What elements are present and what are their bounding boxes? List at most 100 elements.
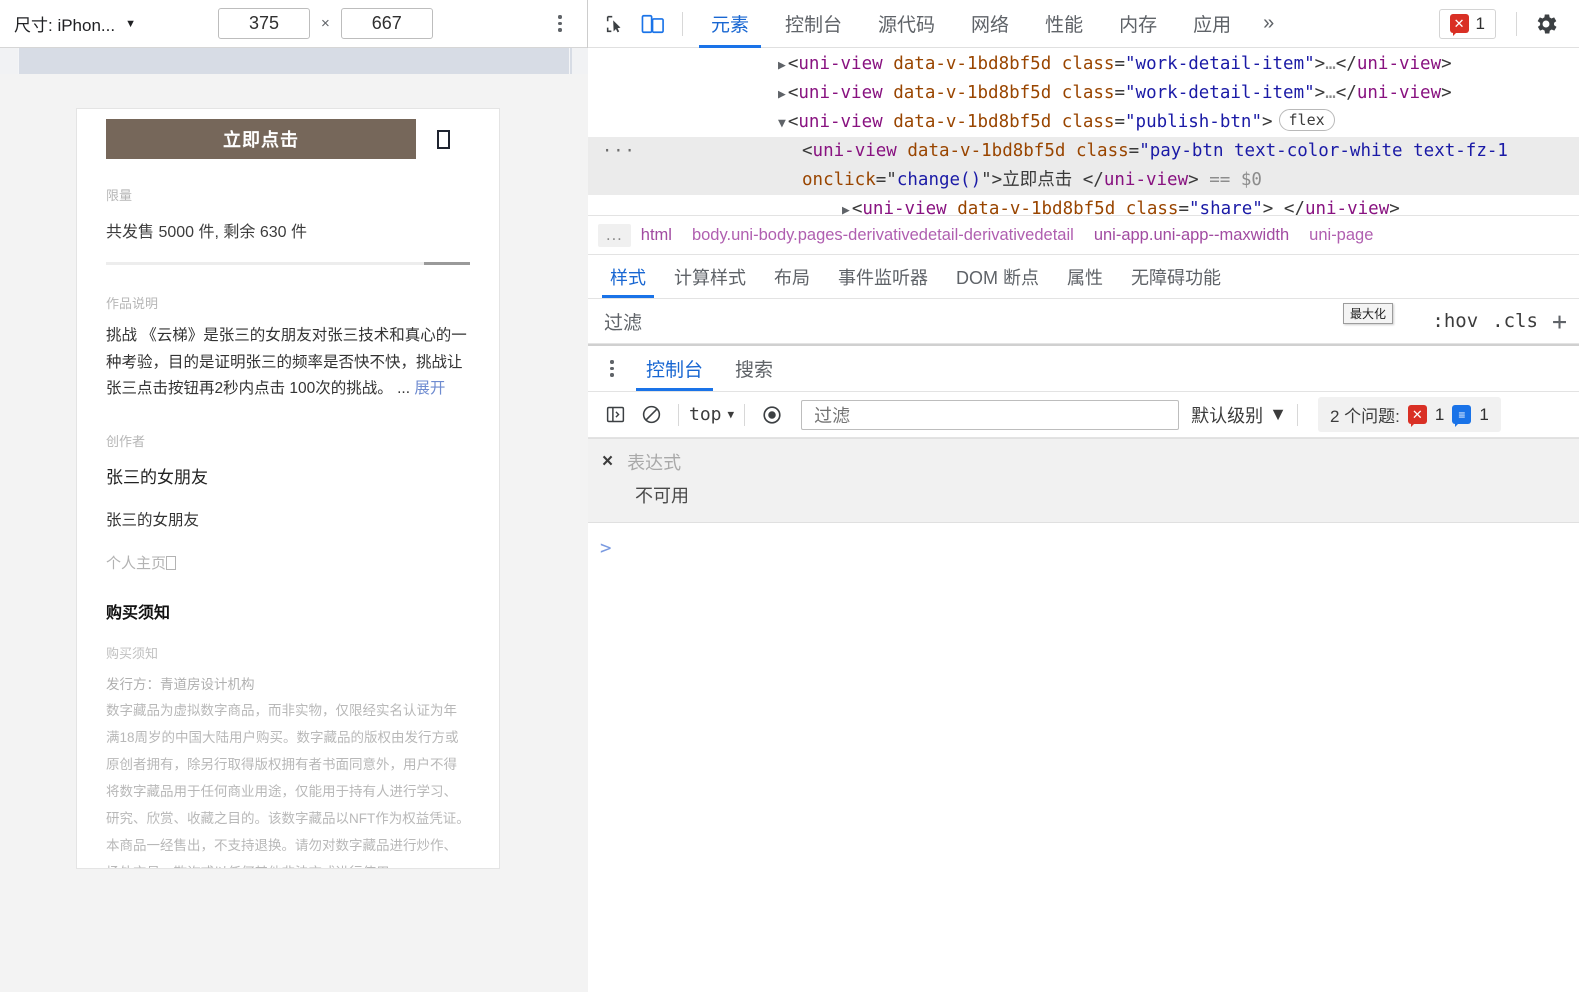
dom-token: … [1325, 83, 1336, 103]
row-overflow-icon[interactable]: ··· [602, 137, 636, 166]
styles-tab-0[interactable]: 样式 [596, 255, 660, 298]
breadcrumb-item-4[interactable]: uni-page [1299, 226, 1383, 245]
more-tabs-button[interactable]: » [1249, 12, 1288, 35]
issues-info-count: 1 [1479, 405, 1488, 425]
error-badge-icon: ✕ [1450, 14, 1469, 33]
description-body: 挑战 《云梯》是张三的女朋友对张三技术和真心的一种考验，目的是证明张三的频率是否… [106, 327, 467, 397]
device-height-input[interactable]: 667 [341, 8, 433, 39]
personal-homepage-link[interactable]: 个人主页 [106, 552, 470, 573]
dom-token: data-v-1bd8bf5d [897, 141, 1066, 161]
breadcrumb-item-1[interactable]: html [631, 226, 682, 245]
console-prompt-row[interactable]: > [588, 523, 1579, 559]
dom-token: "publish-btn" [1125, 112, 1262, 132]
issues-label: 2 个问题: [1330, 402, 1400, 427]
issues-chip[interactable]: 2 个问题: ✕ 1 ≡ 1 [1318, 397, 1501, 432]
dom-token: </ [1083, 170, 1104, 190]
gear-icon[interactable] [1527, 5, 1565, 43]
dom-token: = [1114, 54, 1125, 74]
device-menu-icon[interactable] [547, 9, 573, 39]
cls-button[interactable]: .cls [1492, 310, 1538, 332]
console-filter-input[interactable]: 过滤 [801, 400, 1179, 430]
new-style-rule-button[interactable]: + [1552, 309, 1567, 334]
dom-tree-row[interactable]: ▼<uni-view data-v-1bd8bf5d class="publis… [588, 108, 1579, 137]
console-level-selector[interactable]: 默认级别 ▼ [1191, 402, 1287, 428]
dom-token: data-v-1bd8bf5d [947, 199, 1116, 215]
device-size-label: 尺寸: iPhon... [14, 11, 115, 36]
drawer-kebab-menu-icon[interactable] [594, 346, 630, 391]
limited-label: 限量 [106, 185, 470, 204]
breadcrumb-item-2[interactable]: body.uni-body.pages-derivativedetail-der… [682, 226, 1084, 245]
breadcrumb: ...htmlbody.uni-body.pages-derivativedet… [588, 215, 1579, 255]
expression-placeholder[interactable]: 表达式 [627, 449, 681, 475]
stock-progress-fill [424, 262, 470, 265]
close-icon[interactable]: × [602, 451, 613, 473]
dom-token: uni-view [813, 141, 897, 161]
devtools-tab-5[interactable]: 内存 [1101, 0, 1175, 48]
devtools-tab-3[interactable]: 网络 [953, 0, 1027, 48]
dom-tree-row[interactable]: ▶<uni-view data-v-1bd8bf5d class="share"… [588, 195, 1579, 215]
live-expression-icon[interactable] [755, 398, 789, 432]
viewport-ruler [0, 48, 588, 74]
personal-homepage-label: 个人主页 [106, 555, 166, 572]
dom-token: class [1115, 199, 1178, 215]
devtools-tab-4[interactable]: 性能 [1027, 0, 1101, 48]
drawer-tab-1[interactable]: 搜索 [719, 346, 789, 391]
error-count-chip[interactable]: ✕ 1 [1439, 9, 1496, 39]
devtools-tab-0[interactable]: 元素 [693, 0, 767, 48]
chevron-down-icon: ▼ [728, 408, 735, 421]
dom-tree-row[interactable]: ···<uni-view data-v-1bd8bf5d class="pay-… [588, 137, 1579, 166]
disclosure-triangle-icon[interactable]: ▼ [778, 116, 786, 131]
dom-token: = [1114, 112, 1125, 132]
expression-value: 不可用 [602, 482, 1579, 508]
stock-progress-bar [106, 262, 470, 265]
device-toolbar-icon[interactable] [634, 5, 672, 43]
dom-tree-row[interactable]: ▶<uni-view data-v-1bd8bf5d class="work-d… [588, 79, 1579, 108]
disclosure-triangle-icon[interactable]: ▶ [778, 87, 786, 102]
devtools-tab-1[interactable]: 控制台 [767, 0, 860, 48]
dom-tree-row[interactable]: ▶<uni-view data-v-1bd8bf5d class="work-d… [588, 50, 1579, 79]
description-expand-link[interactable]: 展开 [414, 380, 445, 397]
styles-tab-6[interactable]: 无障碍功能 [1117, 255, 1235, 298]
device-size-select[interactable]: 尺寸: iPhon... ▼ [14, 11, 136, 36]
hov-button[interactable]: :hov [1432, 310, 1478, 332]
dom-token: 立即点击 [1002, 170, 1083, 190]
console-context-selector[interactable]: top ▼ [689, 404, 734, 425]
device-width-input[interactable]: 375 [218, 8, 310, 39]
maximize-tooltip: 最大化 [1343, 303, 1393, 324]
styles-tab-4[interactable]: DOM 断点 [942, 255, 1053, 298]
console-sidebar-icon[interactable] [598, 398, 632, 432]
flex-badge[interactable]: flex [1279, 109, 1335, 131]
dom-token: class [1051, 112, 1114, 132]
styles-tab-2[interactable]: 布局 [760, 255, 824, 298]
dom-token: = [1114, 83, 1125, 103]
dom-token: > [1441, 54, 1452, 74]
dom-token: == $0 [1199, 170, 1262, 190]
disclosure-triangle-icon[interactable]: ▶ [842, 203, 850, 215]
styles-tab-1[interactable]: 计算样式 [660, 255, 760, 298]
dom-tree[interactable]: ▶<uni-view data-v-1bd8bf5d class="work-d… [588, 48, 1579, 215]
pay-button[interactable]: 立即点击 [106, 119, 416, 159]
creator-name: 张三的女朋友 [106, 463, 470, 488]
devtools-tab-2[interactable]: 源代码 [860, 0, 953, 48]
dom-token: > [1263, 199, 1284, 215]
devtools-toolbar: 元素控制台源代码网络性能内存应用 » ✕ 1 [588, 0, 1579, 48]
disclosure-triangle-icon[interactable]: ▶ [778, 58, 786, 73]
devtools-tab-strip: 元素控制台源代码网络性能内存应用 [693, 0, 1249, 48]
inspect-cursor-icon[interactable] [596, 5, 634, 43]
clear-console-icon[interactable] [634, 398, 668, 432]
breadcrumb-item-3[interactable]: uni-app.uni-app--maxwidth [1084, 226, 1299, 245]
styles-filter-input[interactable]: 过滤 [588, 299, 1420, 343]
breadcrumb-item-0[interactable]: ... [598, 224, 631, 247]
dom-token: uni-view [798, 83, 882, 103]
drawer-tab-0[interactable]: 控制台 [630, 346, 719, 391]
dom-token: uni-view [1305, 199, 1389, 215]
dom-tree-row[interactable]: onclick="change()">立即点击 </uni-view> == $… [588, 166, 1579, 195]
dom-token: < [788, 112, 799, 132]
share-icon[interactable] [416, 119, 470, 159]
styles-tab-3[interactable]: 事件监听器 [824, 255, 942, 298]
viewport-stage: 立即点击 限量 共发售 5000 件, 剩余 630 件 作品说明 挑战 《云梯… [0, 74, 588, 992]
dom-token: > [1315, 54, 1326, 74]
styles-tab-5[interactable]: 属性 [1053, 255, 1117, 298]
dom-token: "work-detail-item" [1125, 83, 1315, 103]
devtools-tab-6[interactable]: 应用 [1175, 0, 1249, 48]
